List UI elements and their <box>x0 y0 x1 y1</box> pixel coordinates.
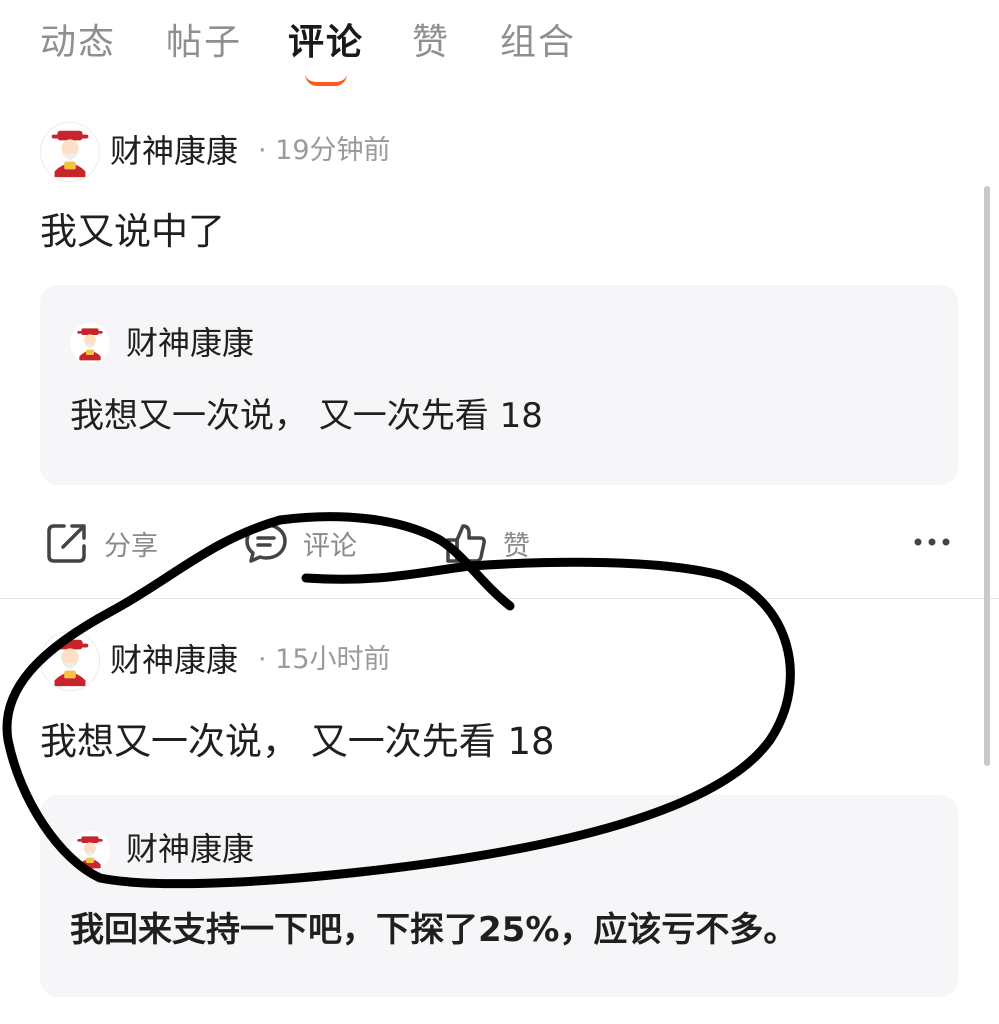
share-label: 分享 <box>104 530 158 562</box>
quoted-comment[interactable]: 财神康康 我想又一次说， 又一次先看 18 <box>40 285 958 485</box>
caishen-avatar-icon[interactable] <box>40 122 100 182</box>
share-icon <box>47 524 86 563</box>
post-time: · 15小时前 <box>258 644 391 675</box>
post-time: · 19分钟前 <box>258 135 391 166</box>
more-icon[interactable] <box>912 530 952 554</box>
author-name[interactable]: 财神康康 <box>110 638 238 682</box>
share-button[interactable]: 分享 <box>44 518 158 568</box>
like-label: 赞 <box>503 530 530 562</box>
quoted-author-name: 财神康康 <box>126 324 255 362</box>
divider <box>0 598 999 599</box>
comment-icon <box>245 523 287 563</box>
caishen-avatar-icon[interactable] <box>40 631 100 691</box>
like-button[interactable]: 赞 <box>443 518 530 568</box>
comment-text: 我又说中了 <box>40 210 225 253</box>
comment-label: 评论 <box>303 530 357 562</box>
quoted-comment[interactable]: 财神康康 我回来支持一下吧，下探了25%，应该亏不多。 <box>40 795 958 997</box>
quoted-author-name: 财神康康 <box>126 830 255 868</box>
scrollbar[interactable] <box>984 186 990 766</box>
comment-button[interactable]: 评论 <box>243 518 357 568</box>
tab-comments[interactable]: 评论 <box>288 18 364 68</box>
tab-portfolio[interactable]: 组合 <box>500 18 576 68</box>
caishen-avatar-icon <box>70 323 110 363</box>
caishen-avatar-icon <box>70 831 110 871</box>
tab-likes[interactable]: 赞 <box>412 18 450 68</box>
quoted-text: 我想又一次说， 又一次先看 18 <box>70 396 543 436</box>
author-name[interactable]: 财神康康 <box>110 129 238 173</box>
comment-text: 我想又一次说， 又一次先看 18 <box>40 720 555 763</box>
active-tab-indicator <box>305 74 347 86</box>
quoted-text: 我回来支持一下吧，下探了25%，应该亏不多。 <box>70 910 798 950</box>
tab-posts[interactable]: 帖子 <box>166 18 242 68</box>
tab-dynamics[interactable]: 动态 <box>40 18 116 68</box>
tab-bar: 动态 帖子 评论 赞 组合 <box>0 0 999 100</box>
thumbs-up-icon <box>446 524 486 563</box>
